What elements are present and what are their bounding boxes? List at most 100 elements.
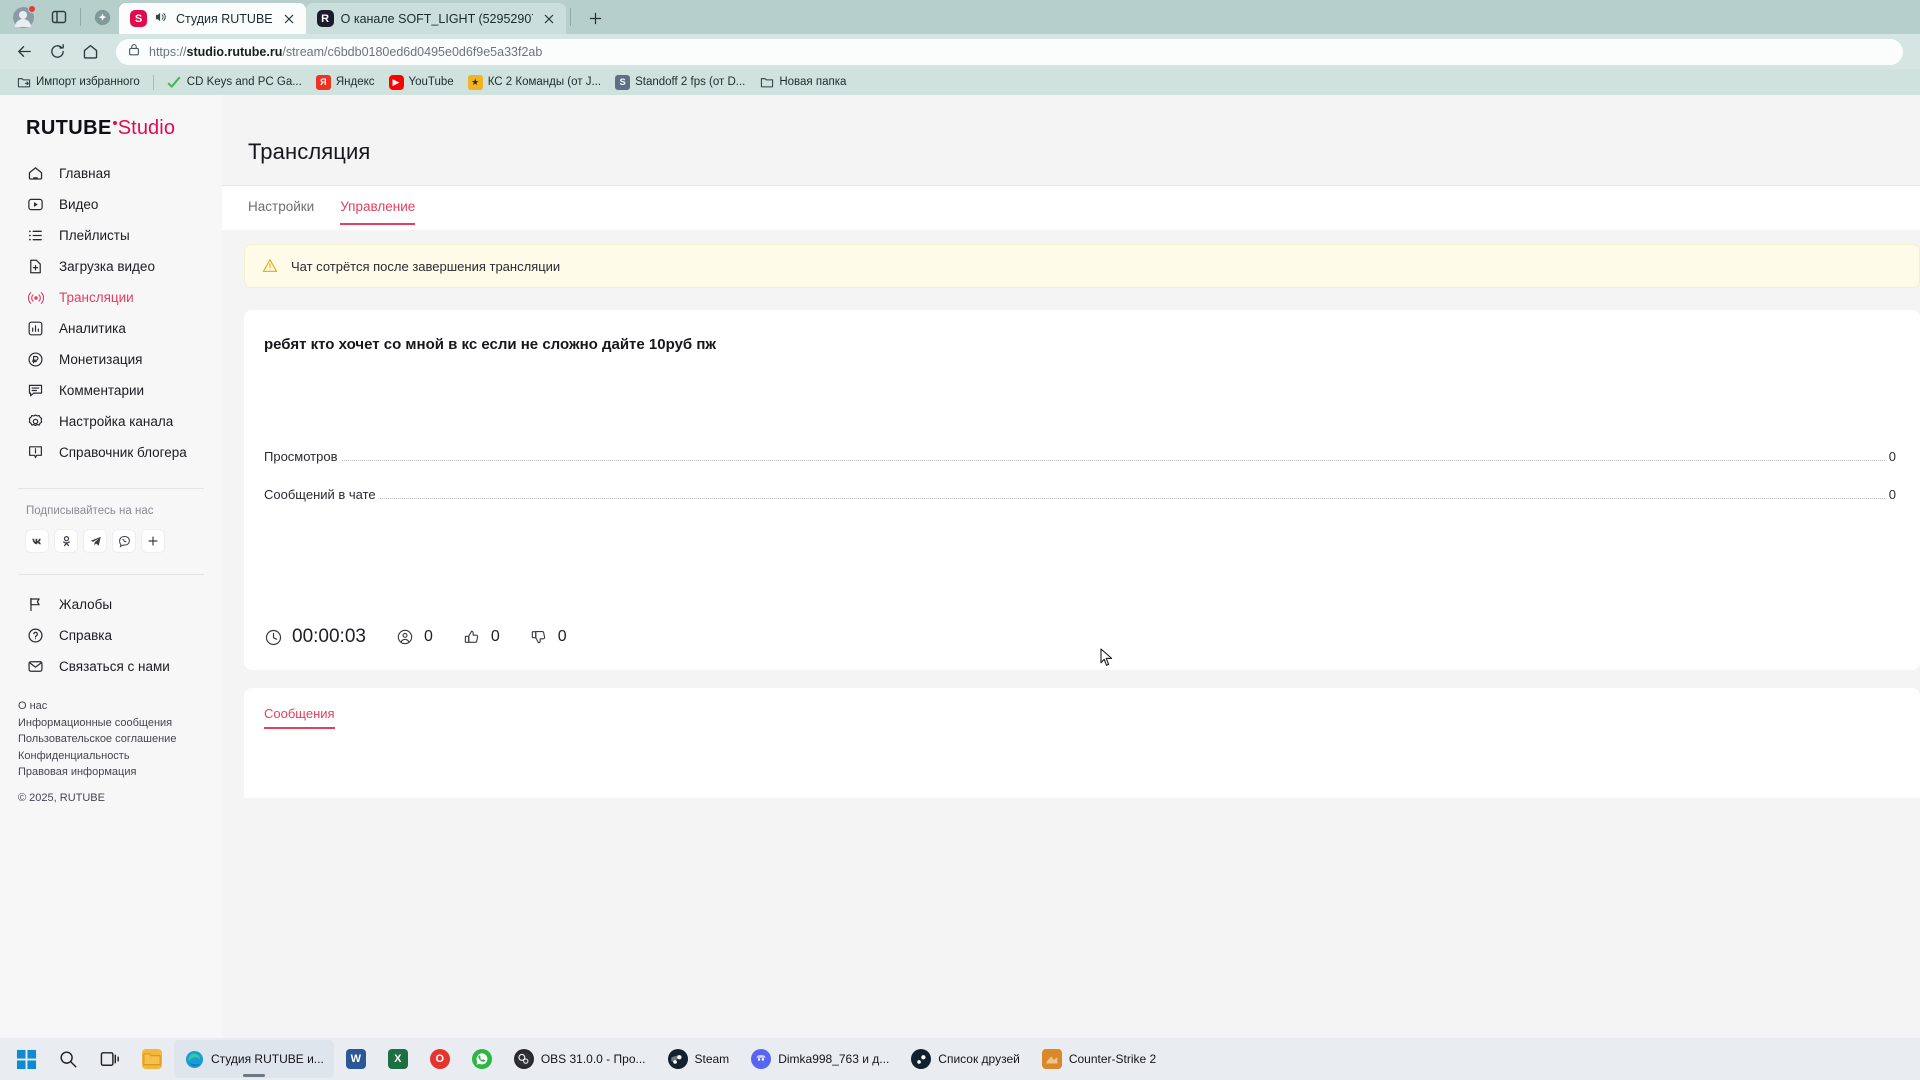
warning-triangle-icon: [261, 257, 279, 275]
chart-bars-icon: [26, 319, 45, 338]
home-icon: [26, 164, 45, 183]
taskbar-app-button[interactable]: Список друзей: [901, 1040, 1030, 1078]
bookmark-youtube[interactable]: ▶ YouTube: [383, 73, 460, 92]
copilot-icon[interactable]: [85, 0, 119, 34]
taskbar-app-button[interactable]: [462, 1040, 502, 1078]
taskbar-app-label: Студия RUTUBE и...: [211, 1052, 324, 1066]
taskbar-app-word[interactable]: W: [336, 1040, 376, 1078]
taskbar-app-button[interactable]: Dimka998_763 и д...: [741, 1040, 899, 1078]
stat-label: Просмотров: [264, 449, 338, 464]
bookmark-label: КС 2 Команды (от J...: [487, 76, 602, 88]
sidebar-item-analytics[interactable]: Аналитика: [0, 313, 222, 344]
browser-tab[interactable]: S Студия RUTUBE: [119, 3, 306, 34]
more-icon[interactable]: [142, 530, 164, 552]
sidebar-item-blogger-guide[interactable]: Справочник блогера: [0, 437, 222, 468]
reload-icon[interactable]: [42, 38, 72, 66]
bookmark-cdkeys[interactable]: CD Keys and PC Ga...: [161, 73, 308, 92]
footer-link-privacy[interactable]: Конфиденциальность: [18, 750, 222, 764]
taskbar-app-button[interactable]: W: [336, 1040, 376, 1078]
sidebar-item-label: Связаться с нами: [59, 659, 170, 674]
social-links: [26, 530, 222, 552]
taskbar-app-discord[interactable]: Dimka998_763 и д...: [741, 1040, 899, 1078]
discord-icon: [751, 1049, 772, 1069]
telegram-icon[interactable]: [84, 530, 106, 552]
bookmark-new-folder[interactable]: Новая папка: [753, 73, 852, 92]
taskbar-app-opera[interactable]: O: [420, 1040, 460, 1078]
stat-leader-dots: [379, 498, 1885, 499]
logo-suffix: Studio: [117, 117, 176, 139]
back-icon[interactable]: [9, 38, 39, 66]
taskbar-app-edge-rutube[interactable]: Студия RUTUBE и...: [174, 1040, 334, 1078]
bookmark-standoff2[interactable]: S Standoff 2 fps (от D...: [609, 73, 751, 92]
address-bar[interactable]: https://studio.rutube.ru/stream/c6bdb018…: [116, 38, 1903, 65]
taskbar-app-steam[interactable]: Steam: [658, 1040, 740, 1078]
footer-link-legal[interactable]: Правовая информация: [18, 766, 222, 780]
tab-management[interactable]: Управление: [340, 186, 416, 230]
sidebar-item-monetization[interactable]: Монетизация: [0, 344, 222, 375]
messages-card: Сообщения: [244, 688, 1920, 798]
task-view-icon[interactable]: [90, 1039, 130, 1079]
sidebar-item-help[interactable]: Справка: [0, 620, 222, 651]
bookmark-yandex[interactable]: Я Яндекс: [310, 73, 381, 92]
close-icon[interactable]: [280, 10, 298, 28]
sidebar-item-complaints[interactable]: Жалобы: [0, 589, 222, 620]
taskbar-app-steam-friends[interactable]: Список друзей: [901, 1040, 1030, 1078]
taskbar-active-indicator: [242, 1074, 265, 1077]
new-tab-icon[interactable]: [583, 5, 609, 31]
taskbar-app-file-explorer[interactable]: [132, 1040, 172, 1078]
footer-link-info-messages[interactable]: Информационные сообщения: [18, 717, 222, 731]
follow-us-title: Подписывайтесь на нас: [26, 505, 154, 517]
sidebar-item-upload[interactable]: Загрузка видео: [0, 251, 222, 282]
sidebar-item-playlists[interactable]: Плейлисты: [0, 220, 222, 251]
sidebar-item-comments[interactable]: Комментарии: [0, 375, 222, 406]
windows-start-icon[interactable]: [6, 1039, 46, 1079]
sidebar-item-home[interactable]: Главная: [0, 158, 222, 189]
sidebar-item-label: Загрузка видео: [59, 259, 155, 274]
footer-link-about[interactable]: О нас: [18, 700, 222, 714]
chat-erase-notice: Чат сотрётся после завершения трансляции: [244, 244, 1920, 288]
stat-label: Сообщений в чате: [264, 487, 376, 502]
sidebar-item-label: Монетизация: [59, 352, 143, 367]
tabstrip-divider-2: [569, 8, 571, 26]
vk-icon[interactable]: [26, 530, 48, 552]
stat-value: 0: [1888, 449, 1896, 464]
bookmark-label: YouTube: [408, 76, 454, 88]
taskbar-app-button[interactable]: Студия RUTUBE и...: [174, 1040, 334, 1078]
taskbar-app-whatsapp[interactable]: [462, 1040, 502, 1078]
tab-settings[interactable]: Настройки: [248, 186, 314, 230]
close-icon[interactable]: [540, 10, 558, 28]
viber-icon[interactable]: [113, 530, 135, 552]
browser-tab[interactable]: R О канале SOFT_LIGHT (52952907: [305, 3, 566, 34]
tab-messages[interactable]: Сообщения: [264, 688, 335, 731]
tabstrip-divider: [80, 8, 81, 26]
taskbar-app-button[interactable]: [132, 1040, 172, 1078]
profile-avatar[interactable]: [4, 0, 42, 34]
taskbar-app-counter-strike-2[interactable]: Counter-Strike 2: [1032, 1040, 1166, 1078]
taskbar-app-button[interactable]: O: [420, 1040, 460, 1078]
comment-icon: [26, 381, 45, 400]
taskbar-app-button[interactable]: OBS 31.0.0 - Про...: [504, 1040, 656, 1078]
taskbar-app-button[interactable]: X: [378, 1040, 418, 1078]
odnoklassniki-icon[interactable]: [55, 530, 77, 552]
taskbar-app-excel[interactable]: X: [378, 1040, 418, 1078]
taskbar-app-button[interactable]: Steam: [658, 1040, 740, 1078]
search-icon[interactable]: [48, 1039, 88, 1079]
sidebar-item-label: Видео: [59, 197, 99, 212]
metric-value: 0: [490, 628, 500, 645]
rutube-studio-logo[interactable]: RUTUBE Studio: [0, 95, 222, 158]
sidebar-item-broadcasts[interactable]: Трансляции: [0, 282, 222, 313]
sidebar-item-videos[interactable]: Видео: [0, 189, 222, 220]
sidebar-item-channel-settings[interactable]: Настройка канала: [0, 406, 222, 437]
home-icon[interactable]: [75, 38, 105, 66]
page-viewport: RUTUBE Studio Главная Видео Плейлисты За…: [0, 95, 1920, 1038]
tab-audio-muted-icon[interactable]: [154, 10, 169, 27]
taskbar-app-obs[interactable]: OBS 31.0.0 - Про...: [504, 1040, 656, 1078]
bookmark-cs2-teams[interactable]: ★ КС 2 Команды (от J...: [462, 73, 607, 92]
footer-link-user-agreement[interactable]: Пользовательское соглашение: [18, 733, 222, 747]
taskbar-app-button[interactable]: Counter-Strike 2: [1032, 1040, 1166, 1078]
stat-row-chat-messages: Сообщений в чате 0: [264, 487, 1896, 503]
edge-icon: [184, 1049, 204, 1069]
split-screen-icon[interactable]: [42, 0, 76, 34]
sidebar-item-contact-us[interactable]: Связаться с нами: [0, 651, 222, 682]
bookmark-import-favorites[interactable]: Импорт избранного: [10, 73, 146, 92]
